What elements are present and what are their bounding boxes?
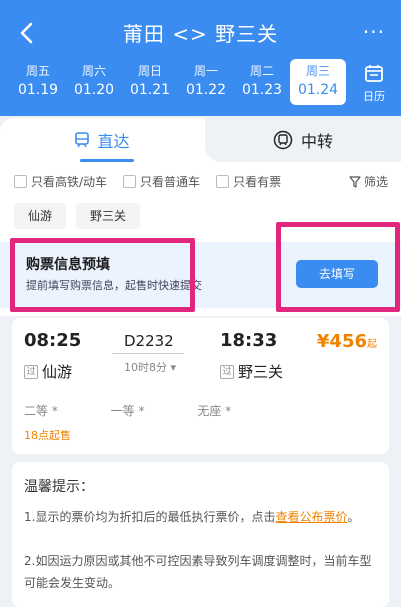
tab-bar: 直达 中转 <box>0 118 401 162</box>
tab-transfer[interactable]: 中转 <box>205 118 401 162</box>
more-icon[interactable]: ··· <box>363 20 385 44</box>
calendar-button[interactable]: 日历 <box>361 64 387 104</box>
funnel-icon <box>349 175 361 188</box>
tip-line: 1.显示的票价均为折扣后的最低执行票价，点击查看公布票价。 <box>24 510 360 524</box>
seat-type: 二等 * <box>24 404 58 418</box>
station-chip[interactable]: 野三关 <box>76 203 141 229</box>
filter-available[interactable]: 只看有票 <box>216 173 281 190</box>
arrive-time: 18:33 <box>220 330 278 351</box>
calendar-label: 日历 <box>363 90 385 103</box>
sale-time: 18点起售 <box>24 429 71 442</box>
from-station: 过 仙游 <box>24 361 72 382</box>
transfer-train-icon <box>273 130 293 150</box>
date-item[interactable]: 周日 01.21 <box>122 62 178 105</box>
seat-type: 一等 * <box>110 404 145 418</box>
seat-types: 二等 * 一等 * 无座 * <box>24 402 284 419</box>
pass-badge: 过 <box>24 364 38 379</box>
depart-time: 08:25 <box>24 330 82 351</box>
filter-high-speed[interactable]: 只看高铁/动车 <box>14 173 107 190</box>
tips-title: 温馨提示： <box>24 479 94 495</box>
checkbox[interactable] <box>216 175 230 188</box>
tab-direct-label: 直达 <box>97 132 130 151</box>
date-item[interactable]: 周一 01.22 <box>178 62 234 105</box>
train-card[interactable]: 08:25 D2232 10时8分 ▾ 18:33 过 仙游 过 野三关 ¥45… <box>12 318 389 454</box>
duration[interactable]: 10时8分 ▾ <box>124 359 176 375</box>
date-item[interactable]: 周二 01.23 <box>234 62 290 105</box>
seat-type: 无座 * <box>197 404 232 418</box>
filter-normal[interactable]: 只看普通车 <box>123 173 200 190</box>
price: ¥456起 <box>316 331 377 352</box>
train-icon <box>75 132 90 148</box>
to-station: 过 野三关 <box>220 361 283 382</box>
tips-card: 温馨提示： 1.显示的票价均为折扣后的最低执行票价，点击查看公布票价。 2.如因… <box>12 462 389 607</box>
station-chips: 仙游 野三关 <box>14 203 150 229</box>
divider <box>112 353 184 354</box>
train-number: D2232 <box>124 332 174 350</box>
checkbox[interactable] <box>123 175 137 188</box>
tab-transfer-label: 中转 <box>300 132 333 151</box>
pass-badge: 过 <box>220 364 234 379</box>
filter-row: 只看高铁/动车 只看普通车 只看有票 筛选 <box>14 173 394 190</box>
page-title: 莆田 <> 野三关 <box>122 22 279 46</box>
tab-underline <box>80 159 134 162</box>
fare-link[interactable]: 查看公布票价 <box>275 510 347 524</box>
tab-direct[interactable]: 直达 <box>0 118 205 162</box>
highlight-box <box>10 238 195 312</box>
highlight-box <box>276 222 400 312</box>
date-item-selected[interactable]: 周三 01.24 <box>290 59 346 105</box>
station-chip[interactable]: 仙游 <box>14 203 67 229</box>
date-item[interactable]: 周五 01.19 <box>10 62 66 105</box>
date-selector: 周五 01.19 周六 01.20 周日 01.21 周一 01.22 周二 01.23 … <box>10 59 355 105</box>
checkbox[interactable] <box>14 175 27 188</box>
calendar-icon <box>365 65 383 82</box>
filter-button[interactable]: 筛选 <box>349 173 388 190</box>
top-bar: 莆田 <> 野三关 ··· 周五 01.19 周六 01.20 周日 01.21 周一… <box>0 0 401 116</box>
date-item[interactable]: 周六 01.20 <box>66 62 122 105</box>
tip-line: 2.如因运力原因或其他不可控因素导致列车调度调整时，当前车型可能会发生变动。 <box>24 554 372 590</box>
